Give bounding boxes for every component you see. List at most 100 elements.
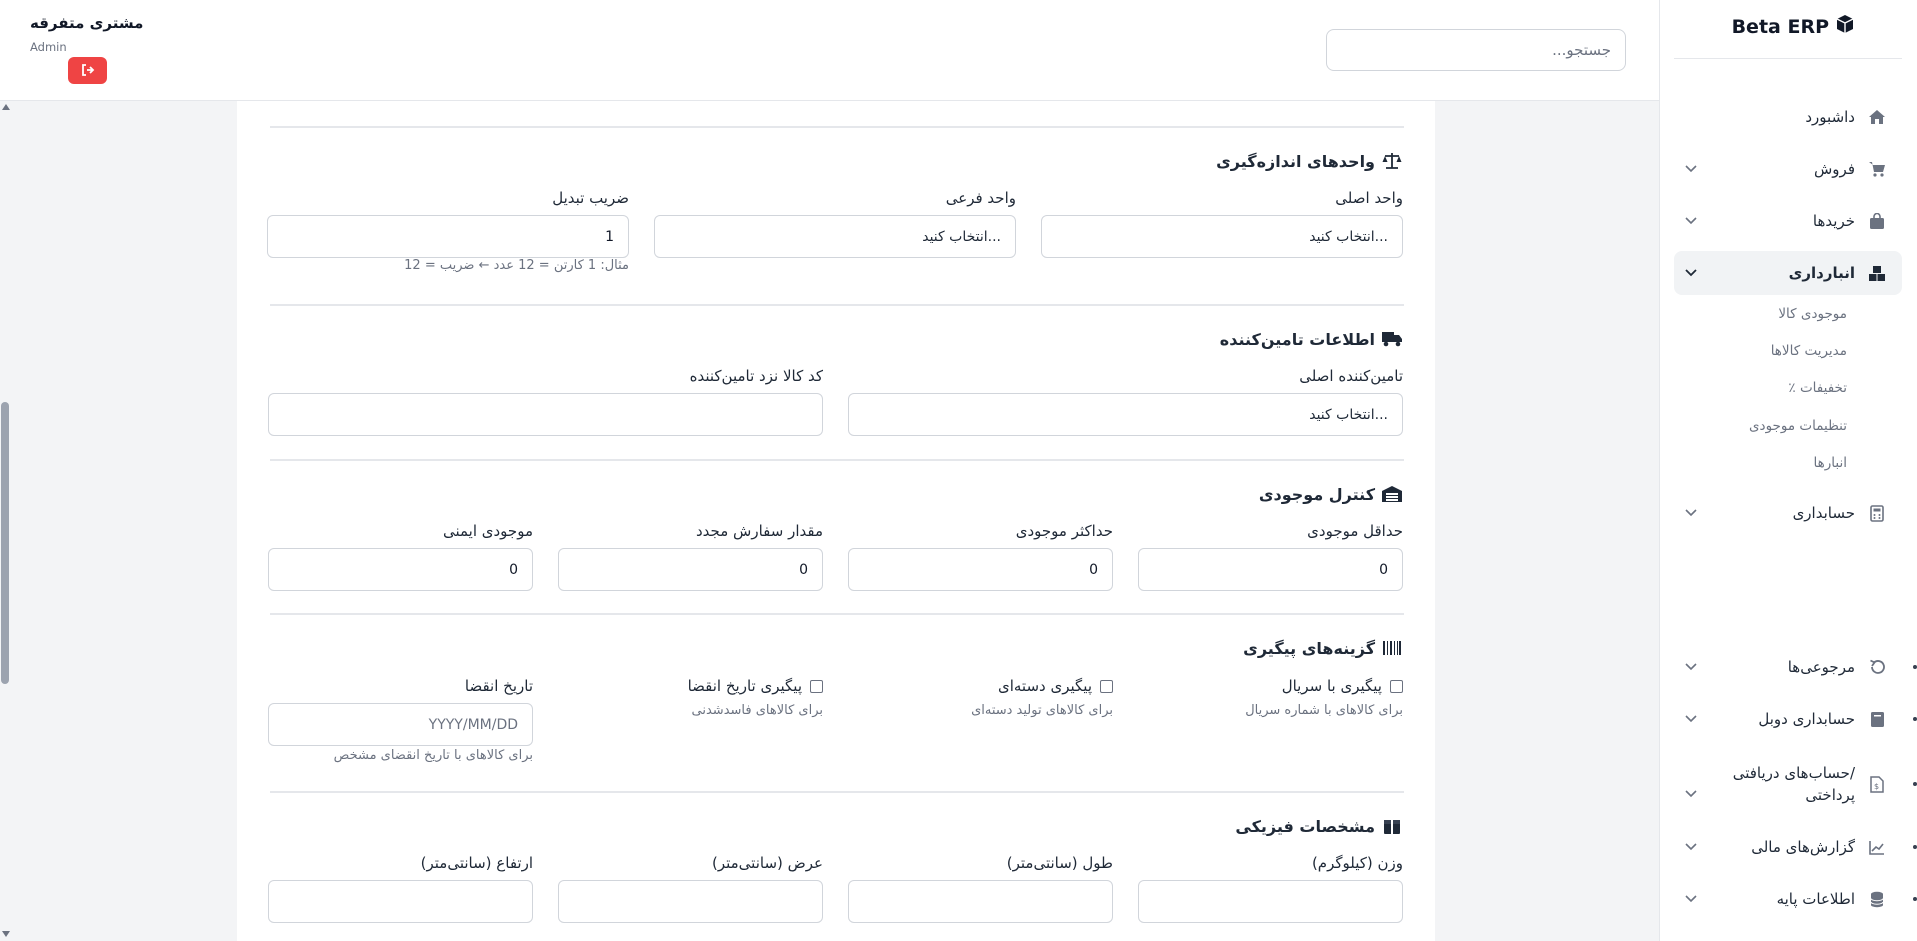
reorder-qty-input[interactable] — [558, 548, 823, 591]
width-input[interactable] — [558, 880, 823, 923]
min-stock-label: حداقل موجودی — [1307, 522, 1403, 540]
chevron-down-icon — [1684, 162, 1698, 176]
bullet-dot — [1913, 845, 1917, 849]
conversion-factor-input[interactable] — [267, 215, 629, 258]
main-supplier-select[interactable]: انتخاب کنید... — [848, 393, 1403, 436]
section-physical-title: مشخصات فیزیکی — [1235, 816, 1403, 836]
sidebar-subitem-stock-settings[interactable]: تنظیمات موجودی — [1749, 418, 1847, 434]
expiry-date-input[interactable] — [268, 703, 533, 746]
batch-tracking-option[interactable]: پیگیری دسته‌ای — [998, 677, 1113, 695]
chart-icon — [1867, 837, 1887, 857]
expiry-tracking-option[interactable]: پیگیری تاریخ انقضا — [688, 677, 823, 695]
sidebar-item-accounting[interactable]: حسابداری — [1674, 491, 1902, 535]
sub-unit-select[interactable]: انتخاب کنید... — [654, 215, 1016, 258]
weight-input[interactable] — [1138, 880, 1403, 923]
scroll-up-arrow[interactable] — [2, 104, 10, 110]
divider — [270, 459, 1404, 461]
sidebar-item-label: داشبورد — [1805, 108, 1855, 126]
sidebar-item-label: حسابداری — [1792, 504, 1855, 522]
main-supplier-label: تامین‌کننده اصلی — [1299, 367, 1403, 385]
scroll-down-arrow[interactable] — [2, 931, 10, 937]
calculator-icon — [1867, 503, 1887, 523]
sidebar-item-label: خریدها — [1812, 212, 1855, 230]
bullet-dot — [1913, 665, 1917, 669]
divider — [1674, 58, 1902, 59]
logout-button[interactable] — [68, 57, 107, 84]
sidebar-item-returns[interactable]: مرجوعی‌ها — [1674, 645, 1902, 689]
sidebar-item-label: انبارداری — [1788, 264, 1855, 282]
width-label: عرض (سانتی‌متر) — [711, 854, 823, 872]
sidebar-item-label: اطلاعات پایه — [1776, 890, 1855, 908]
sidebar-subitem-products[interactable]: مدیریت کالاها — [1771, 343, 1847, 359]
divider — [270, 791, 1404, 793]
book-icon — [1867, 709, 1887, 729]
sidebar-item-double-entry[interactable]: حسابداری دوبل — [1674, 697, 1902, 741]
scrollbar-thumb[interactable] — [1, 402, 9, 684]
bullet-dot — [1913, 717, 1917, 721]
product-form-card: واحدهای اندازه‌گیری واحد اصلی انتخاب کنی… — [237, 101, 1435, 941]
min-stock-input[interactable] — [1138, 548, 1403, 591]
chevron-down-icon — [1684, 840, 1698, 854]
serial-tracking-checkbox[interactable] — [1390, 679, 1403, 693]
serial-tracking-hint: برای کالاهای با شماره سریال — [1245, 703, 1403, 718]
supplier-code-input[interactable] — [268, 393, 823, 436]
box-icon — [1381, 816, 1403, 836]
sidebar-subitem-stock[interactable]: موجودی کالا — [1778, 306, 1847, 322]
sidebar-subitem-warehouses[interactable]: انبارها — [1814, 455, 1847, 471]
sidebar-subitem-discounts[interactable]: ٪ تخفیفات — [1788, 380, 1847, 396]
expiry-date-hint: برای کالاهای با تاریخ انقضای مشخص — [333, 748, 533, 763]
expiry-tracking-hint: برای کالاهای فاسدشدنی — [691, 703, 823, 718]
supplier-code-label: کد کالا نزد تامین‌کننده — [689, 367, 823, 385]
main-unit-label: واحد اصلی — [1335, 189, 1403, 207]
bag-icon — [1867, 211, 1887, 231]
chevron-down-icon — [1684, 892, 1698, 906]
sidebar-item-financial-reports[interactable]: گزارش‌های مالی — [1674, 825, 1902, 869]
expiry-date-label: تاریخ انقضا — [464, 677, 533, 695]
warehouse-icon — [1381, 484, 1403, 504]
main-unit-select[interactable]: انتخاب کنید... — [1041, 215, 1403, 258]
brand-title: Beta ERP — [1731, 15, 1829, 38]
chevron-down-icon — [1684, 266, 1698, 280]
brand[interactable]: Beta ERP — [1732, 14, 1855, 39]
search-input[interactable] — [1326, 29, 1626, 71]
batch-tracking-checkbox[interactable] — [1100, 679, 1113, 693]
sidebar-item-purchases[interactable]: خریدها — [1674, 199, 1902, 243]
conversion-factor-label: ضریب تبدیل — [552, 189, 629, 207]
sidebar-item-label: حسابداری دوبل — [1758, 710, 1855, 728]
expiry-tracking-checkbox[interactable] — [810, 679, 823, 693]
bullet-dot — [1913, 782, 1917, 786]
height-label: ارتفاع (سانتی‌متر) — [420, 854, 533, 872]
safety-stock-input[interactable] — [268, 548, 533, 591]
chevron-down-icon — [1684, 214, 1698, 228]
chevron-down-icon — [1684, 660, 1698, 674]
sidebar: Beta ERP داشبورد فروش خریدها انبارداری م… — [1659, 0, 1917, 941]
sign-out-icon — [81, 61, 95, 80]
bullet-dot — [1913, 897, 1917, 901]
safety-stock-label: موجودی ایمنی — [442, 522, 533, 540]
reorder-qty-label: مقدار سفارش مجدد — [696, 522, 823, 540]
max-stock-input[interactable] — [848, 548, 1113, 591]
serial-tracking-option[interactable]: پیگیری با سریال — [1282, 677, 1403, 695]
chevron-down-icon — [1684, 787, 1698, 801]
boxes-icon — [1867, 263, 1887, 283]
chevron-down-icon — [1684, 712, 1698, 726]
sidebar-item-label: گزارش‌های مالی — [1751, 838, 1855, 856]
sidebar-item-receivables-payables[interactable]: $ حساب‌های دریافتی/ پرداختی — [1674, 756, 1902, 812]
sidebar-item-inventory[interactable]: انبارداری — [1674, 251, 1902, 295]
barcode-icon — [1381, 638, 1403, 658]
section-stock-title: کنترل موجودی — [1259, 484, 1403, 504]
length-input[interactable] — [848, 880, 1113, 923]
sidebar-item-sales[interactable]: فروش — [1674, 147, 1902, 191]
undo-icon — [1867, 657, 1887, 677]
user-role: Admin — [30, 40, 67, 54]
database-icon — [1867, 889, 1887, 909]
sidebar-item-dashboard[interactable]: داشبورد — [1674, 95, 1902, 139]
divider — [270, 613, 1404, 615]
sidebar-item-base-info[interactable]: اطلاعات پایه — [1674, 877, 1902, 921]
height-input[interactable] — [268, 880, 533, 923]
user-name: مشتری متفرقه — [30, 14, 144, 32]
sidebar-item-label: فروش — [1813, 160, 1855, 178]
content-gutter-left — [0, 101, 237, 941]
truck-icon — [1381, 329, 1403, 349]
section-units-title: واحدهای اندازه‌گیری — [1216, 151, 1403, 171]
